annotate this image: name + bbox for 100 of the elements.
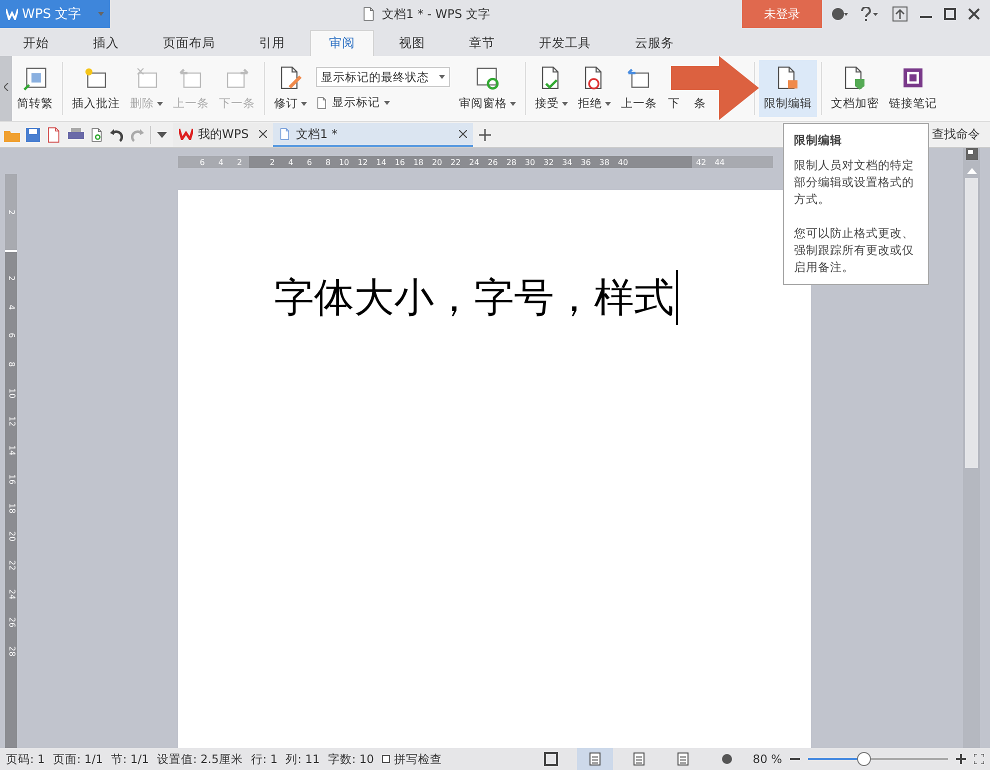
ribbon-tab[interactable]: 页面布局 bbox=[144, 30, 234, 56]
caret-icon bbox=[98, 12, 104, 16]
caret-icon[interactable] bbox=[157, 132, 167, 138]
find-command[interactable]: 查找命令 bbox=[932, 126, 980, 143]
view-button[interactable] bbox=[576, 748, 613, 770]
close-icon[interactable] bbox=[459, 130, 467, 138]
comment-button[interactable]: 插入批注 bbox=[67, 60, 125, 117]
fit-icon[interactable] bbox=[974, 754, 984, 764]
tooltip-text: 您可以防止格式更改、强制跟踪所有更改或仅启用备注。 bbox=[794, 225, 915, 276]
ruler-number: 24 bbox=[6, 588, 18, 599]
tooltip-text: 限制人员对文档的特定部分编辑或设置格式的方式。 bbox=[794, 157, 915, 208]
ribbon-tab[interactable]: 开发工具 bbox=[520, 30, 610, 56]
caret-icon bbox=[439, 75, 445, 79]
ruler-number: 8 bbox=[324, 158, 331, 166]
status-text: 行: 1 bbox=[250, 752, 278, 766]
markup-select[interactable]: 显示标记的最终状态 bbox=[316, 67, 450, 87]
status-text: 列: 11 bbox=[286, 752, 320, 766]
close-icon[interactable] bbox=[259, 130, 267, 138]
protect-button[interactable]: 链接笔记 bbox=[884, 60, 942, 117]
track-changes-button[interactable]: 修订 bbox=[269, 60, 312, 117]
ruler-number: 16 bbox=[394, 158, 405, 166]
ruler-number: 14 bbox=[6, 445, 18, 456]
window-title: 文档1 * - WPS 文字 bbox=[382, 6, 490, 22]
ruler-number: 26 bbox=[486, 158, 498, 166]
slider-thumb[interactable] bbox=[857, 752, 871, 766]
ruler-number: 20 bbox=[430, 158, 442, 166]
app-menu-button[interactable]: WPS 文字 bbox=[0, 0, 110, 28]
ruler-number: 2 bbox=[268, 158, 275, 166]
ruler-number: 24 bbox=[468, 158, 480, 166]
preview-icon[interactable] bbox=[90, 126, 104, 142]
ruler-number: 16 bbox=[6, 474, 18, 484]
ruler-number: 22 bbox=[450, 158, 461, 166]
save-icon[interactable] bbox=[26, 128, 40, 142]
ruler-number: 30 bbox=[524, 158, 536, 166]
tooltip-title: 限制编辑 bbox=[794, 132, 843, 149]
ruler-number: 18 bbox=[6, 502, 18, 513]
ribbon-tab[interactable]: 引用 bbox=[240, 30, 304, 56]
show-markup-button[interactable]: 显示标记 bbox=[316, 95, 450, 110]
ruler-number: 12 bbox=[6, 416, 18, 427]
status-text: 字数: 10 bbox=[328, 752, 374, 766]
character-icon bbox=[22, 66, 48, 92]
change-button[interactable]: 接受 bbox=[530, 60, 573, 117]
ruler-number: 28 bbox=[505, 158, 516, 166]
change-button[interactable]: 上一条 bbox=[616, 60, 662, 117]
ruler-number: 28 bbox=[6, 646, 18, 656]
document-icon bbox=[316, 96, 328, 110]
document-icon bbox=[362, 6, 376, 22]
status-text: 设置值: 2.5厘米 bbox=[156, 752, 243, 766]
ruler-number: 20 bbox=[6, 531, 18, 542]
document-tab[interactable]: 我的WPS bbox=[173, 123, 273, 147]
maximize-icon[interactable] bbox=[944, 8, 956, 20]
ribbon-tab[interactable]: 审阅 bbox=[310, 30, 374, 56]
scroll-thumb[interactable] bbox=[965, 178, 978, 468]
logo-icon bbox=[6, 8, 18, 20]
ruler-number: 10 bbox=[6, 388, 18, 398]
zoom-in-icon[interactable] bbox=[956, 754, 966, 764]
scrollbar[interactable] bbox=[963, 148, 980, 748]
ruler-number: 22 bbox=[6, 560, 18, 570]
upload-icon[interactable] bbox=[892, 6, 908, 22]
ribbon-tab[interactable]: 视图 bbox=[380, 30, 444, 56]
ribbon-tab[interactable]: 云服务 bbox=[616, 30, 693, 56]
print-icon[interactable] bbox=[68, 128, 84, 142]
ribbon-tab[interactable]: 开始 bbox=[4, 30, 68, 56]
status-text: 页码: 1 bbox=[6, 752, 45, 766]
protect-button[interactable]: 文档加密 bbox=[826, 60, 884, 117]
document-icon bbox=[279, 127, 291, 141]
caret-icon bbox=[301, 102, 307, 106]
ruler-number: 32 bbox=[542, 158, 554, 166]
convert-button[interactable]: 简转繁 bbox=[12, 60, 58, 117]
ruler-number: 6 bbox=[306, 158, 312, 166]
restrict-editing-button[interactable]: 限制编辑 bbox=[759, 60, 817, 117]
ribbon-tab[interactable]: 章节 bbox=[450, 30, 514, 56]
layout-icon[interactable] bbox=[966, 148, 978, 160]
document-text: 字体大小，字号，样式 bbox=[274, 270, 678, 325]
document-tab[interactable]: 文档1 * bbox=[273, 123, 473, 147]
help-icon[interactable] bbox=[860, 7, 880, 21]
button-label-fragment[interactable]: 下 bbox=[668, 96, 680, 111]
add-icon[interactable] bbox=[479, 128, 491, 140]
ribbon-tab[interactable]: 插入 bbox=[74, 30, 138, 56]
review-pane-button[interactable]: 审阅窗格 bbox=[454, 60, 521, 117]
ruler-number: 6 bbox=[6, 333, 18, 338]
caret-icon bbox=[384, 100, 390, 104]
pdf-icon[interactable] bbox=[46, 126, 62, 142]
change-button[interactable]: 拒绝 bbox=[573, 60, 616, 117]
logo-icon bbox=[179, 128, 193, 140]
ruler-number: 10 bbox=[338, 158, 350, 166]
ruler-number: 2 bbox=[6, 209, 18, 215]
ruler-number: 14 bbox=[375, 158, 386, 166]
undo-icon[interactable] bbox=[110, 128, 124, 142]
status-text: 节: 1/1 bbox=[110, 752, 149, 766]
search-icon bbox=[474, 66, 500, 92]
ruler-number: 4 bbox=[217, 158, 224, 166]
button-label-fragment[interactable]: 条 bbox=[694, 96, 706, 111]
frame-icon bbox=[544, 752, 558, 766]
ruler-number: 4 bbox=[6, 304, 18, 310]
status-text: 页面: 1/1 bbox=[52, 752, 103, 766]
spell-check[interactable]: 拼写检查 bbox=[382, 752, 442, 766]
ruler-number: 38 bbox=[598, 158, 610, 166]
close-icon[interactable] bbox=[968, 8, 980, 20]
ruler-number: 2 bbox=[236, 158, 244, 166]
